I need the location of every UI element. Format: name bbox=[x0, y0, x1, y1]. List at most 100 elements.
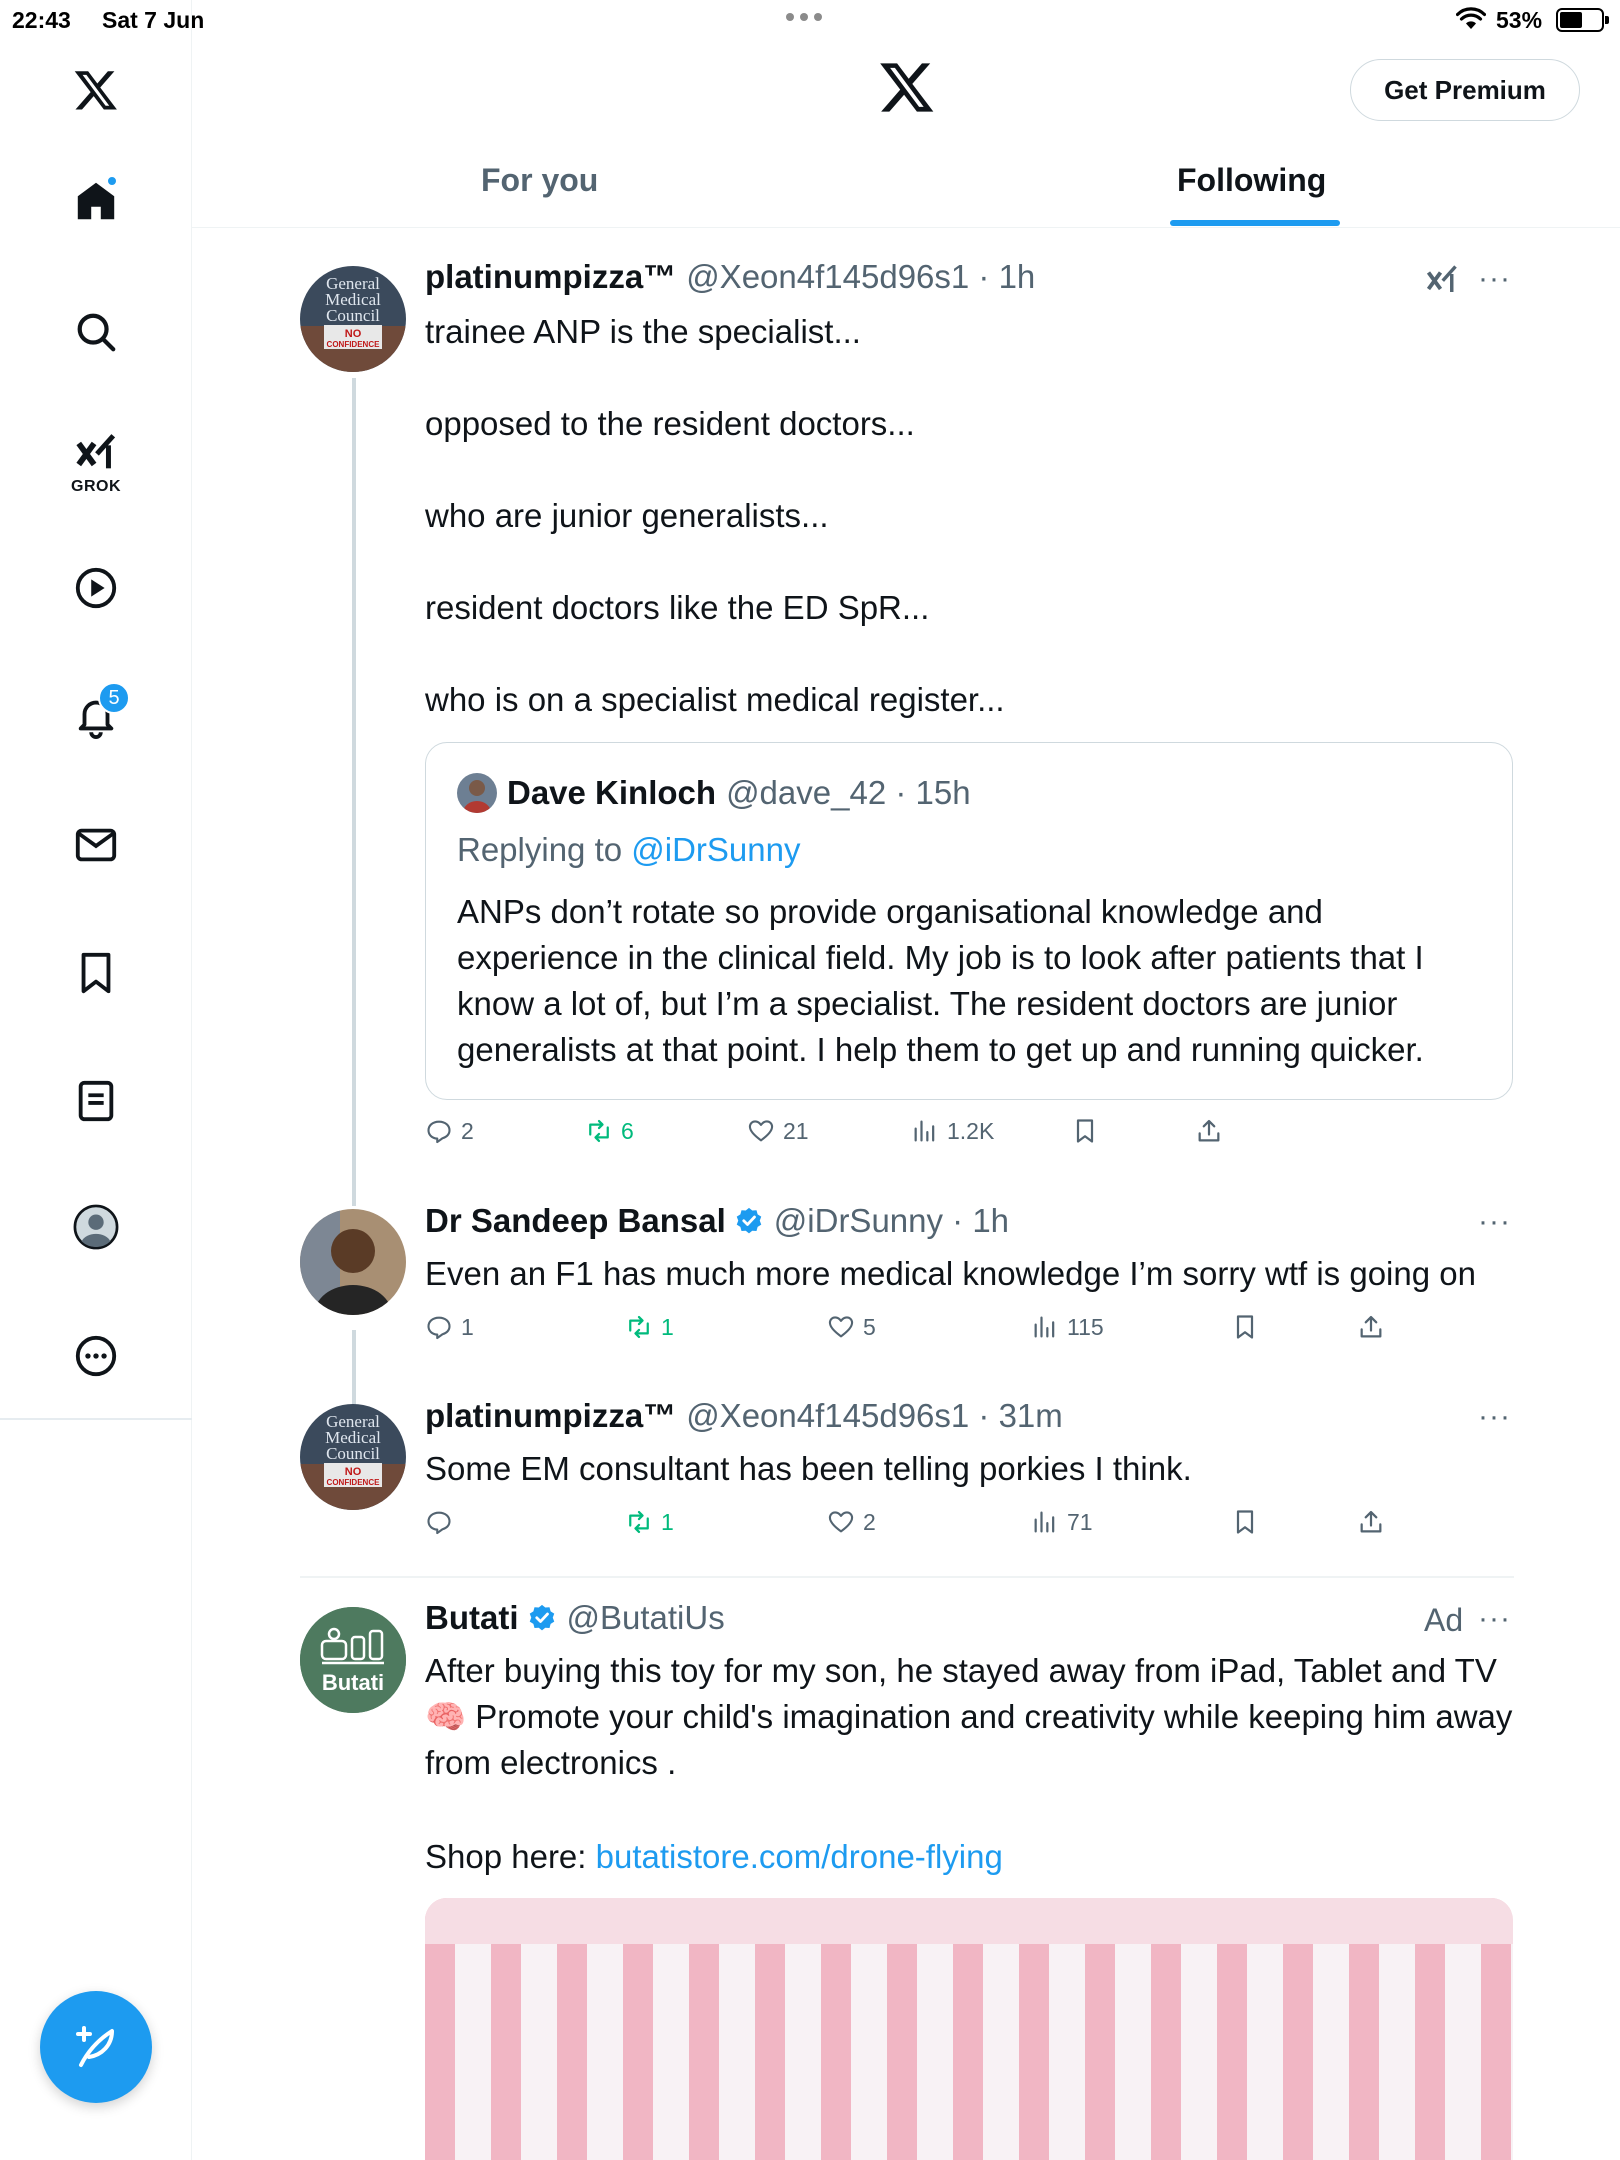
display-name[interactable]: Butati bbox=[425, 1599, 519, 1637]
nav-notifications[interactable]: 5 bbox=[66, 682, 130, 746]
quote-text: ANPs don’t rotate so provide organisatio… bbox=[457, 893, 1424, 1068]
nav-profile[interactable] bbox=[66, 1197, 126, 1257]
like-count: 2 bbox=[863, 1508, 876, 1535]
view-count: 115 bbox=[1067, 1313, 1104, 1340]
share-icon bbox=[1360, 1315, 1382, 1338]
reply-button[interactable] bbox=[425, 1508, 461, 1536]
repost-button[interactable]: 1 bbox=[625, 1313, 674, 1341]
replying-to-handle[interactable]: @iDrSunny bbox=[631, 831, 800, 868]
timeline-tabs: For you Following bbox=[192, 150, 1620, 228]
more-options-icon[interactable]: ··· bbox=[1478, 1400, 1511, 1434]
handle-and-time[interactable]: @iDrSunny · 1h bbox=[774, 1202, 1009, 1240]
tweet-text: Even an F1 has much more medical knowled… bbox=[425, 1255, 1476, 1292]
repost-button[interactable]: 6 bbox=[585, 1117, 634, 1145]
tab-for-you[interactable]: For you bbox=[481, 162, 598, 199]
replying-to-label: Replying to bbox=[457, 831, 632, 868]
avatar-text: Council bbox=[326, 1444, 380, 1463]
tweet-header: Butati @ButatiUs bbox=[425, 1599, 725, 1637]
like-button[interactable]: 2 bbox=[827, 1508, 876, 1536]
more-options-icon[interactable]: ··· bbox=[1478, 1602, 1511, 1636]
avatar-text: CONFIDENCE bbox=[327, 340, 381, 349]
x-logo-icon[interactable] bbox=[878, 58, 936, 116]
repost-icon bbox=[629, 1315, 649, 1339]
handle-and-time[interactable]: @Xeon4f145d96s1 · 31m bbox=[686, 1397, 1063, 1435]
verified-badge-icon bbox=[736, 1207, 762, 1234]
reply-icon bbox=[427, 1511, 451, 1535]
more-options-icon[interactable]: ··· bbox=[1478, 1205, 1511, 1239]
compose-feather-icon bbox=[76, 2026, 114, 2067]
bookmark-icon bbox=[81, 952, 111, 994]
tweet-separator bbox=[300, 1576, 1514, 1578]
nav-search[interactable] bbox=[66, 302, 126, 362]
share-button[interactable] bbox=[1357, 1508, 1385, 1536]
repost-count: 6 bbox=[621, 1117, 634, 1144]
display-name[interactable]: platinumpizza™ bbox=[425, 258, 676, 296]
reply-button[interactable]: 2 bbox=[425, 1117, 474, 1145]
compose-post-button[interactable] bbox=[40, 1991, 152, 2103]
more-options-icon[interactable]: ··· bbox=[1478, 262, 1511, 296]
share-button[interactable] bbox=[1195, 1117, 1223, 1145]
reply-icon bbox=[427, 1316, 451, 1340]
shop-line: Shop here: butatistore.com/drone-flying bbox=[425, 1834, 1515, 1880]
display-name[interactable]: platinumpizza™ bbox=[425, 1397, 676, 1435]
home-unread-dot bbox=[106, 175, 118, 187]
handle[interactable]: @ButatiUs bbox=[567, 1599, 725, 1637]
nav-more[interactable] bbox=[66, 1326, 126, 1386]
display-name[interactable]: Dr Sandeep Bansal bbox=[425, 1202, 726, 1240]
avatar[interactable]: Butati bbox=[300, 1607, 406, 1713]
heart-icon bbox=[748, 1120, 774, 1142]
get-premium-button[interactable]: Get Premium bbox=[1350, 59, 1580, 121]
views-chart-icon bbox=[1034, 1316, 1055, 1338]
bookmark-icon bbox=[1236, 1510, 1254, 1534]
share-button[interactable] bbox=[1357, 1313, 1385, 1341]
active-tab-indicator bbox=[1170, 220, 1340, 226]
nav-bookmarks[interactable] bbox=[66, 943, 126, 1003]
tweet-header: platinumpizza™ @Xeon4f145d96s1 · 31m bbox=[425, 1397, 1063, 1435]
tweet-text: trainee ANP is the specialist... opposed… bbox=[425, 313, 1005, 718]
ad-media-image[interactable] bbox=[425, 1898, 1513, 2160]
quoted-tweet[interactable]: Dave Kinloch @dave_42 · 15h Replying to … bbox=[425, 742, 1513, 1100]
reply-icon bbox=[427, 1120, 451, 1144]
reply-button[interactable]: 1 bbox=[425, 1313, 474, 1341]
avatar[interactable]: General Medical Council NO CONFIDENCE bbox=[300, 1404, 406, 1510]
avatar-text: NO bbox=[345, 328, 362, 340]
avatar-text: Council bbox=[326, 306, 380, 325]
avatar bbox=[457, 773, 497, 813]
repost-button[interactable]: 1 bbox=[625, 1508, 674, 1536]
nav-grok[interactable] bbox=[66, 423, 126, 483]
like-button[interactable]: 21 bbox=[747, 1117, 809, 1145]
views-button[interactable]: 1.2K bbox=[911, 1117, 994, 1145]
multitasking-dots-icon[interactable] bbox=[786, 13, 822, 21]
avatar[interactable]: General Medical Council NO CONFIDENCE bbox=[300, 266, 406, 372]
ad-label: Ad bbox=[1424, 1602, 1464, 1638]
grok-icon bbox=[76, 434, 116, 469]
nav-home[interactable] bbox=[66, 171, 126, 231]
play-circle-icon bbox=[75, 567, 117, 609]
bookmark-button[interactable] bbox=[1071, 1117, 1099, 1145]
shop-link[interactable]: butatistore.com/drone-flying bbox=[596, 1838, 1003, 1875]
share-icon bbox=[1360, 1510, 1382, 1533]
like-count: 5 bbox=[863, 1313, 876, 1340]
nav-video[interactable] bbox=[66, 558, 126, 618]
tweet-header: platinumpizza™ @Xeon4f145d96s1 · 1h bbox=[425, 258, 1035, 296]
grok-icon[interactable] bbox=[1424, 262, 1460, 298]
avatar-text: NO bbox=[345, 1466, 362, 1478]
views-button[interactable]: 71 bbox=[1031, 1508, 1093, 1536]
repost-icon bbox=[589, 1119, 609, 1143]
nav-messages[interactable] bbox=[66, 815, 126, 875]
tab-following[interactable]: Following bbox=[1177, 162, 1326, 199]
handle-and-time[interactable]: @Xeon4f145d96s1 · 1h bbox=[686, 258, 1035, 296]
x-logo-icon[interactable] bbox=[66, 60, 126, 120]
bookmark-button[interactable] bbox=[1231, 1508, 1259, 1536]
view-count: 1.2K bbox=[947, 1117, 995, 1144]
like-button[interactable]: 5 bbox=[827, 1313, 876, 1341]
bookmark-button[interactable] bbox=[1231, 1313, 1259, 1341]
avatar-brand-text: Butati bbox=[322, 1670, 384, 1695]
nav-lists[interactable] bbox=[66, 1071, 126, 1131]
views-button[interactable]: 115 bbox=[1031, 1313, 1104, 1341]
battery-percent: 53% bbox=[1496, 7, 1543, 33]
avatar[interactable] bbox=[300, 1209, 406, 1315]
status-bar: 22:43 Sat 7 Jun 53% bbox=[0, 0, 1620, 40]
repost-count: 1 bbox=[661, 1508, 674, 1535]
tweet-text: Some EM consultant has been telling pork… bbox=[425, 1450, 1192, 1487]
